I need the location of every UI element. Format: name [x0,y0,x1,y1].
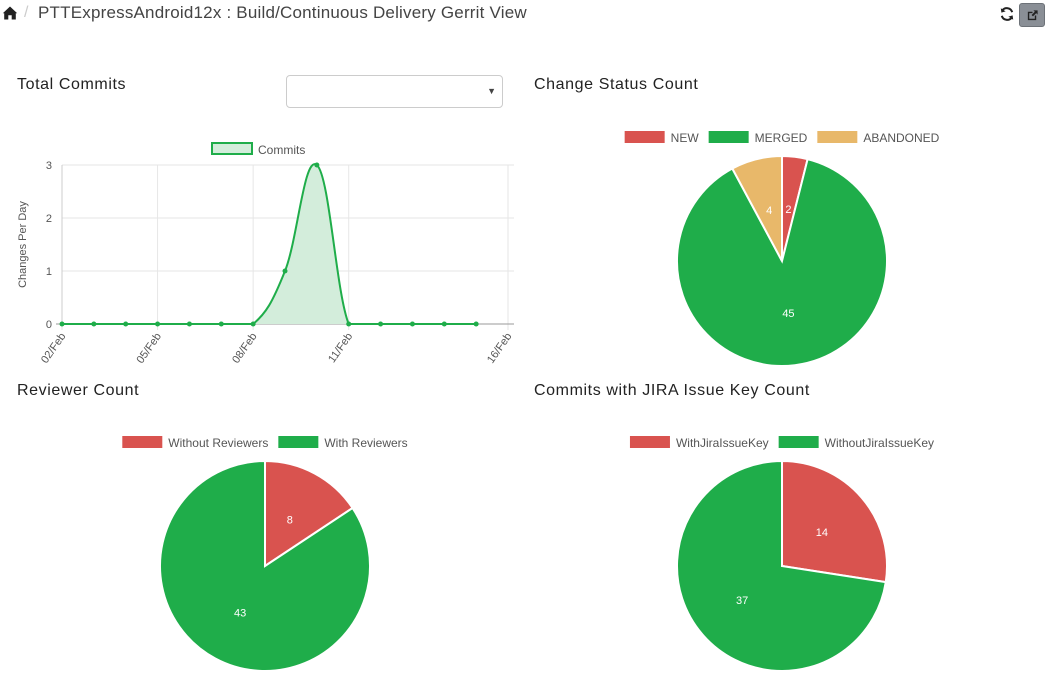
data-point [378,321,384,327]
legend-label: WithoutJiraIssueKey [825,436,934,450]
change-status-title: Change Status Count [534,76,699,93]
pie-value-label: 37 [736,595,748,607]
total-commits-title: Total Commits [17,76,127,93]
reviewer-chart: Without Reviewers With Reviewers 8 43 [122,436,408,672]
pie-slice [781,459,888,584]
home-icon[interactable] [2,5,18,21]
y-axis-label: Changes Per Day [17,201,29,288]
x-tick-label: 16/Feb [485,331,514,366]
breadcrumb-separator: / [24,4,29,21]
reviewer-title: Reviewer Count [17,382,140,399]
legend-item: WithJiraIssueKey [629,436,769,450]
legend-label: ABANDONED [863,131,939,145]
data-point [346,321,352,327]
legend-label-commits: Commits [258,143,305,157]
pie-value-label: 2 [785,204,791,216]
commits-series-line [62,163,477,325]
data-point [441,321,447,327]
data-point [218,321,224,327]
legend-swatch [778,436,819,448]
y-tick-label: 3 [46,160,52,172]
x-tick-label: 08/Feb [230,331,259,366]
commits-filter-select[interactable]: ▼ [286,75,503,108]
legend-swatch-commits [211,142,253,155]
legend-swatch [122,436,163,448]
y-tick-label: 2 [46,213,52,225]
pie-value-label: 14 [816,527,828,539]
legend-item: MERGED [708,131,808,145]
x-tick-label: 05/Feb [135,331,164,366]
external-link-icon [1027,10,1038,21]
legend: Commits [211,142,305,157]
legend-swatch [708,131,749,143]
legend-label: Without Reviewers [168,436,268,450]
change-status-chart: NEW MERGED ABANDONED 2 45 4 [624,131,940,367]
legend-item: WithoutJiraIssueKey [778,436,934,450]
data-point [314,162,320,168]
dashboard-page: / PTTExpressAndroid12x : Build/Continuou… [0,0,1055,695]
x-tick-label: 02/Feb [39,331,68,366]
y-tick-label: 1 [46,266,52,278]
pie-value-label: 4 [766,205,772,217]
jira-title: Commits with JIRA Issue Key Count [534,382,810,399]
data-point [250,321,256,327]
data-point [123,321,129,327]
y-tick-label: 0 [46,319,52,331]
legend: WithJiraIssueKey WithoutJiraIssueKey [629,436,934,450]
legend-swatch [817,131,858,143]
pie-value-label: 45 [782,308,794,320]
data-point [473,321,479,327]
legend-item: NEW [624,131,700,145]
refresh-icon[interactable] [999,6,1015,22]
data-point [282,268,288,274]
pie-value-label: 8 [287,515,293,527]
x-tick-label: 11/Feb [326,331,355,365]
legend-label: WithJiraIssueKey [676,436,769,450]
legend-label: With Reviewers [324,436,407,450]
legend-label: MERGED [755,131,808,145]
legend-swatch [624,131,665,143]
jira-chart: WithJiraIssueKey WithoutJiraIssueKey 14 37 [629,436,934,672]
legend-item: ABANDONED [817,131,940,145]
legend-item: Without Reviewers [122,436,268,450]
commits-area-fill [62,164,477,324]
total-commits-chart: Commits 0 1 2 3 Changes Per Day 02/Feb 05/Feb 08… [17,142,514,366]
legend-swatch [278,436,319,448]
data-point [91,321,97,327]
legend-label: NEW [671,131,700,145]
legend: NEW MERGED ABANDONED [624,131,940,145]
data-point [409,321,415,327]
page-header: / PTTExpressAndroid12x : Build/Continuou… [0,0,1055,34]
chevron-down-icon: ▼ [487,86,496,96]
data-point [59,321,65,327]
popout-button[interactable] [1019,3,1045,27]
data-point [186,321,192,327]
data-point [155,321,161,327]
pie-value-label: 43 [234,607,246,619]
page-title: PTTExpressAndroid12x : Build/Continuous … [38,3,527,22]
legend-item: With Reviewers [278,436,408,450]
legend-swatch [629,436,670,448]
legend: Without Reviewers With Reviewers [122,436,408,450]
